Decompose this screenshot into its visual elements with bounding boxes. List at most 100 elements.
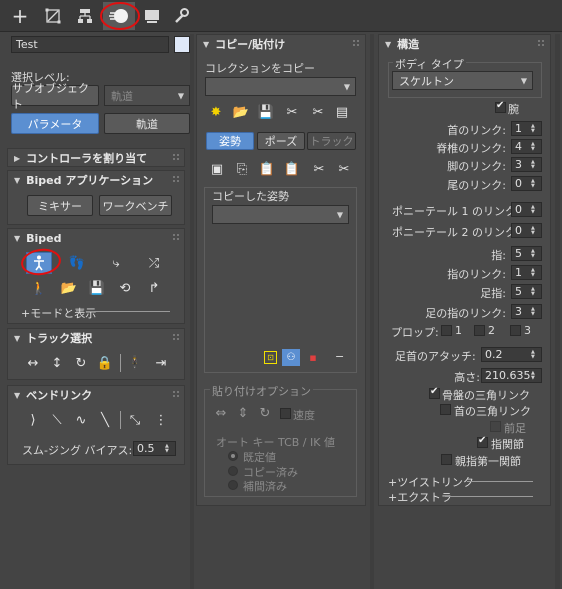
capture-snapshot-icon[interactable]: ▣ <box>208 160 226 178</box>
delete-selected-icon[interactable]: ✂ <box>310 160 328 178</box>
motion-flow-mode-icon[interactable]: ⤷ <box>107 254 125 272</box>
mixer-button[interactable]: ミキサー <box>27 195 93 216</box>
collapse-arrow-icon[interactable]: ▼ <box>14 234 20 243</box>
spinner-arrows-icon[interactable]: ▲ ▼ <box>531 158 539 171</box>
short-thumb-checkbox[interactable] <box>441 454 452 465</box>
spine-links-spinner[interactable]: 4 ▲ ▼ <box>511 139 542 154</box>
drag-handle-icon[interactable] <box>172 333 180 341</box>
collapse-arrow-icon[interactable]: ▼ <box>14 176 20 185</box>
tail-links-spinner[interactable]: 0 ▲ ▼ <box>511 176 542 191</box>
create-collection-icon[interactable]: ✸ <box>207 103 225 121</box>
modify-tab[interactable] <box>38 2 68 30</box>
drag-handle-icon[interactable] <box>537 39 545 47</box>
display-tab[interactable] <box>137 2 167 30</box>
auto-key-icon[interactable]: ▪ <box>304 348 322 366</box>
spinner-arrows-icon[interactable]: ▲ ▼ <box>531 285 539 298</box>
twist-individual-mode-icon[interactable]: ∿ <box>72 411 90 429</box>
body-vertical-icon[interactable]: ↕ <box>48 354 66 372</box>
delete-collection-icon[interactable]: ✂ <box>283 103 301 121</box>
drag-handle-icon[interactable] <box>172 390 180 398</box>
paste-horizontal-icon[interactable]: ⇔ <box>212 404 230 422</box>
copy-collection-dropdown[interactable]: ▼ <box>205 77 356 96</box>
save-collection-icon[interactable]: 💾 <box>257 103 275 121</box>
drag-handle-icon[interactable] <box>172 233 180 241</box>
radio-default[interactable] <box>228 451 238 461</box>
left-panel-scrollbar[interactable] <box>190 34 194 589</box>
toe-links-spinner[interactable]: 3 ▲ ▼ <box>511 304 542 319</box>
drag-handle-icon[interactable] <box>352 39 360 47</box>
mixer-mode-icon[interactable]: ⤮ <box>145 254 163 272</box>
paste-vertical-icon[interactable]: ⇕ <box>234 404 252 422</box>
parameter-button[interactable]: パラメータ <box>11 113 99 134</box>
body-horizontal-icon[interactable]: ↔ <box>24 354 42 372</box>
utilities-tab[interactable] <box>166 2 196 30</box>
object-color-swatch[interactable] <box>174 36 190 53</box>
body-rotation-icon[interactable]: ↻ <box>72 354 90 372</box>
radio-copied[interactable] <box>228 466 238 476</box>
spinner-arrows-icon[interactable]: ▲ ▼ <box>531 247 539 260</box>
posture-tab[interactable]: 姿勢 <box>206 132 254 150</box>
spinner-arrows-icon[interactable]: ▲ ▼ <box>531 348 539 361</box>
structure-header[interactable]: ▼ 構造 <box>379 35 419 53</box>
toes-spinner[interactable]: 5 ▲ ▼ <box>511 284 542 299</box>
spinner-arrows-icon[interactable]: ▲ ▼ <box>531 177 539 190</box>
trajectory-button[interactable]: 軌道 <box>104 113 190 134</box>
create-tab[interactable]: + <box>5 2 35 30</box>
radio-interpolated[interactable] <box>228 480 238 490</box>
right-panel-scrollbar[interactable] <box>555 34 560 589</box>
extra-label[interactable]: +エクストラ <box>388 489 452 505</box>
symmetrical-icon[interactable]: 🕴 <box>126 354 144 372</box>
spinner-arrows-icon[interactable]: ▲ ▼ <box>531 305 539 318</box>
prop2-checkbox[interactable] <box>474 325 485 336</box>
pelvis-triangle-checkbox[interactable] <box>429 386 440 399</box>
copy-posture-icon[interactable]: ⎘ <box>233 160 251 178</box>
show-preview-icon[interactable]: ⚇ <box>282 349 300 366</box>
neck-links-spinner[interactable]: 1 ▲ ▼ <box>511 121 542 136</box>
spinner-arrows-icon[interactable]: ▲ ▼ <box>531 140 539 153</box>
copied-posture-dropdown[interactable]: ▼ <box>212 205 349 224</box>
object-name-field[interactable]: Test <box>11 36 169 53</box>
zero-all-icon[interactable]: ⋮ <box>152 411 170 429</box>
drag-handle-icon[interactable] <box>172 153 180 161</box>
twist-links-label[interactable]: +ツイストリンク <box>388 474 474 490</box>
ankle-attach-spinner[interactable]: 0.2 ▲ ▼ <box>481 347 542 362</box>
smoothing-bias-spinner[interactable]: 0.5 ▲ ▼ <box>133 441 176 456</box>
capture-icon[interactable]: ⊡ <box>264 351 277 364</box>
track-tab[interactable]: トラック <box>307 132 356 150</box>
lock-cog-icon[interactable]: 🔒 <box>96 354 114 372</box>
paste-opposite-icon[interactable]: 📋 <box>283 160 301 178</box>
spinner-arrows-icon[interactable]: ▲ ▼ <box>165 442 173 455</box>
spinner-arrows-icon[interactable]: ▲ ▼ <box>531 203 539 216</box>
knuckles-checkbox[interactable] <box>477 435 488 448</box>
spinner-arrows-icon[interactable]: ▲ ▼ <box>531 369 539 382</box>
height-spinner[interactable]: 210.635 ▲ ▼ <box>481 368 542 383</box>
drag-handle-icon[interactable] <box>172 175 180 183</box>
load-collection-icon[interactable]: 📂 <box>232 103 250 121</box>
max-load-preferences-icon[interactable]: ▤ <box>333 103 351 121</box>
leg-links-spinner[interactable]: 3 ▲ ▼ <box>511 157 542 172</box>
subobject-button[interactable]: サブオブジェクト <box>11 82 99 111</box>
mode-display-label[interactable]: +モードと表示 <box>21 305 96 321</box>
copy-paste-header[interactable]: ▼ コピー/貼付け <box>197 35 285 53</box>
trajectory-dropdown[interactable]: 軌道 ▼ <box>104 85 190 106</box>
biped-playback-icon[interactable]: 🚶 <box>30 279 48 297</box>
arm-checkbox[interactable] <box>495 100 506 113</box>
move-all-mode-icon[interactable]: ↱ <box>145 279 163 297</box>
delete-all-icon[interactable]: ✂ <box>335 160 353 178</box>
hierarchy-tab[interactable] <box>70 2 100 30</box>
opposite-icon[interactable]: ⇥ <box>152 354 170 372</box>
paste-posture-icon[interactable]: 📋 <box>258 160 276 178</box>
ponytail2-spinner[interactable]: 0 ▲ ▼ <box>511 223 542 238</box>
controller-assign-rollout[interactable]: ▶ コントローラを割り当て <box>7 148 185 167</box>
pose-tab[interactable]: ポーズ <box>257 132 305 150</box>
convert-icon[interactable]: ⟲ <box>116 279 134 297</box>
twist-links-mode-icon[interactable]: ⟍ <box>48 411 66 429</box>
spinner-arrows-icon[interactable]: ▲ ▼ <box>531 266 539 279</box>
prop1-checkbox[interactable] <box>441 325 452 336</box>
middle-panel-scrollbar[interactable] <box>370 34 374 589</box>
paste-rotation-icon[interactable]: ↻ <box>256 404 274 422</box>
spinner-arrows-icon[interactable]: ▲ ▼ <box>531 224 539 237</box>
finger-links-spinner[interactable]: 1 ▲ ▼ <box>511 265 542 280</box>
ponytail1-spinner[interactable]: 0 ▲ ▼ <box>511 202 542 217</box>
spinner-arrows-icon[interactable]: ▲ ▼ <box>531 122 539 135</box>
